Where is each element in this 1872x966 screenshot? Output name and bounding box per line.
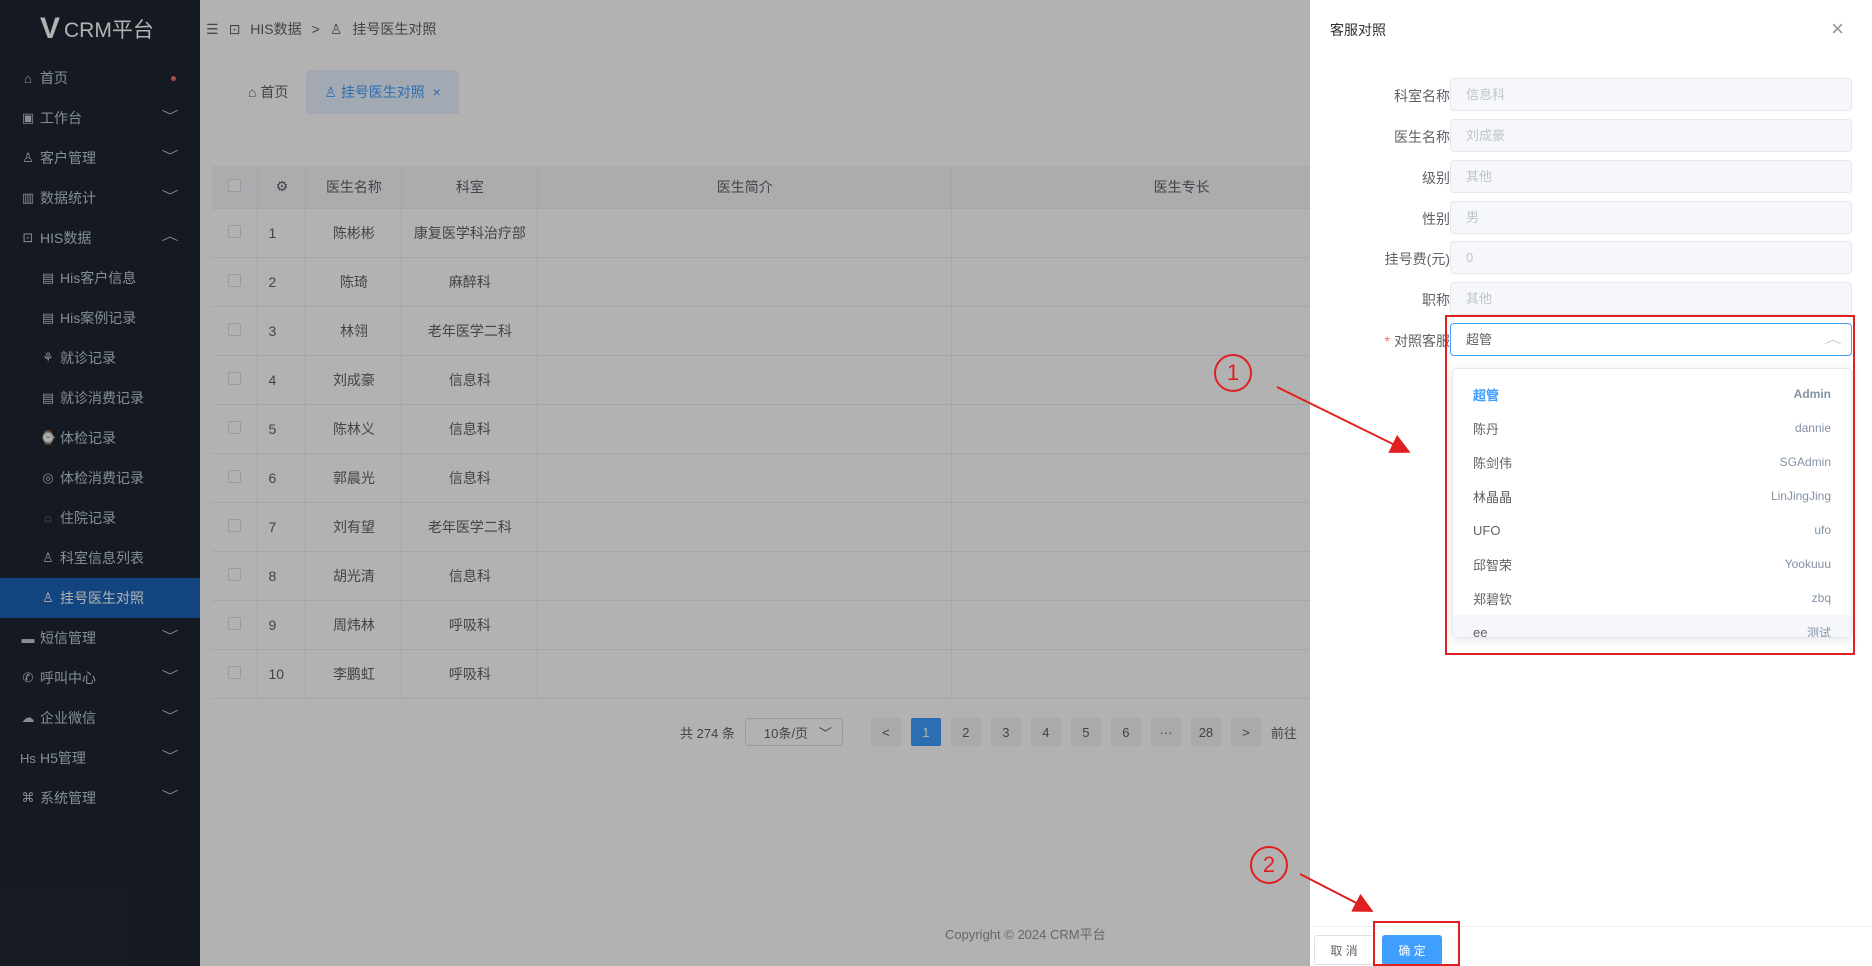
annotation-arrows bbox=[1276, 386, 1411, 912]
annotation-arrow-1 bbox=[1276, 386, 1411, 453]
annotation-arrow-2 bbox=[1299, 873, 1374, 912]
